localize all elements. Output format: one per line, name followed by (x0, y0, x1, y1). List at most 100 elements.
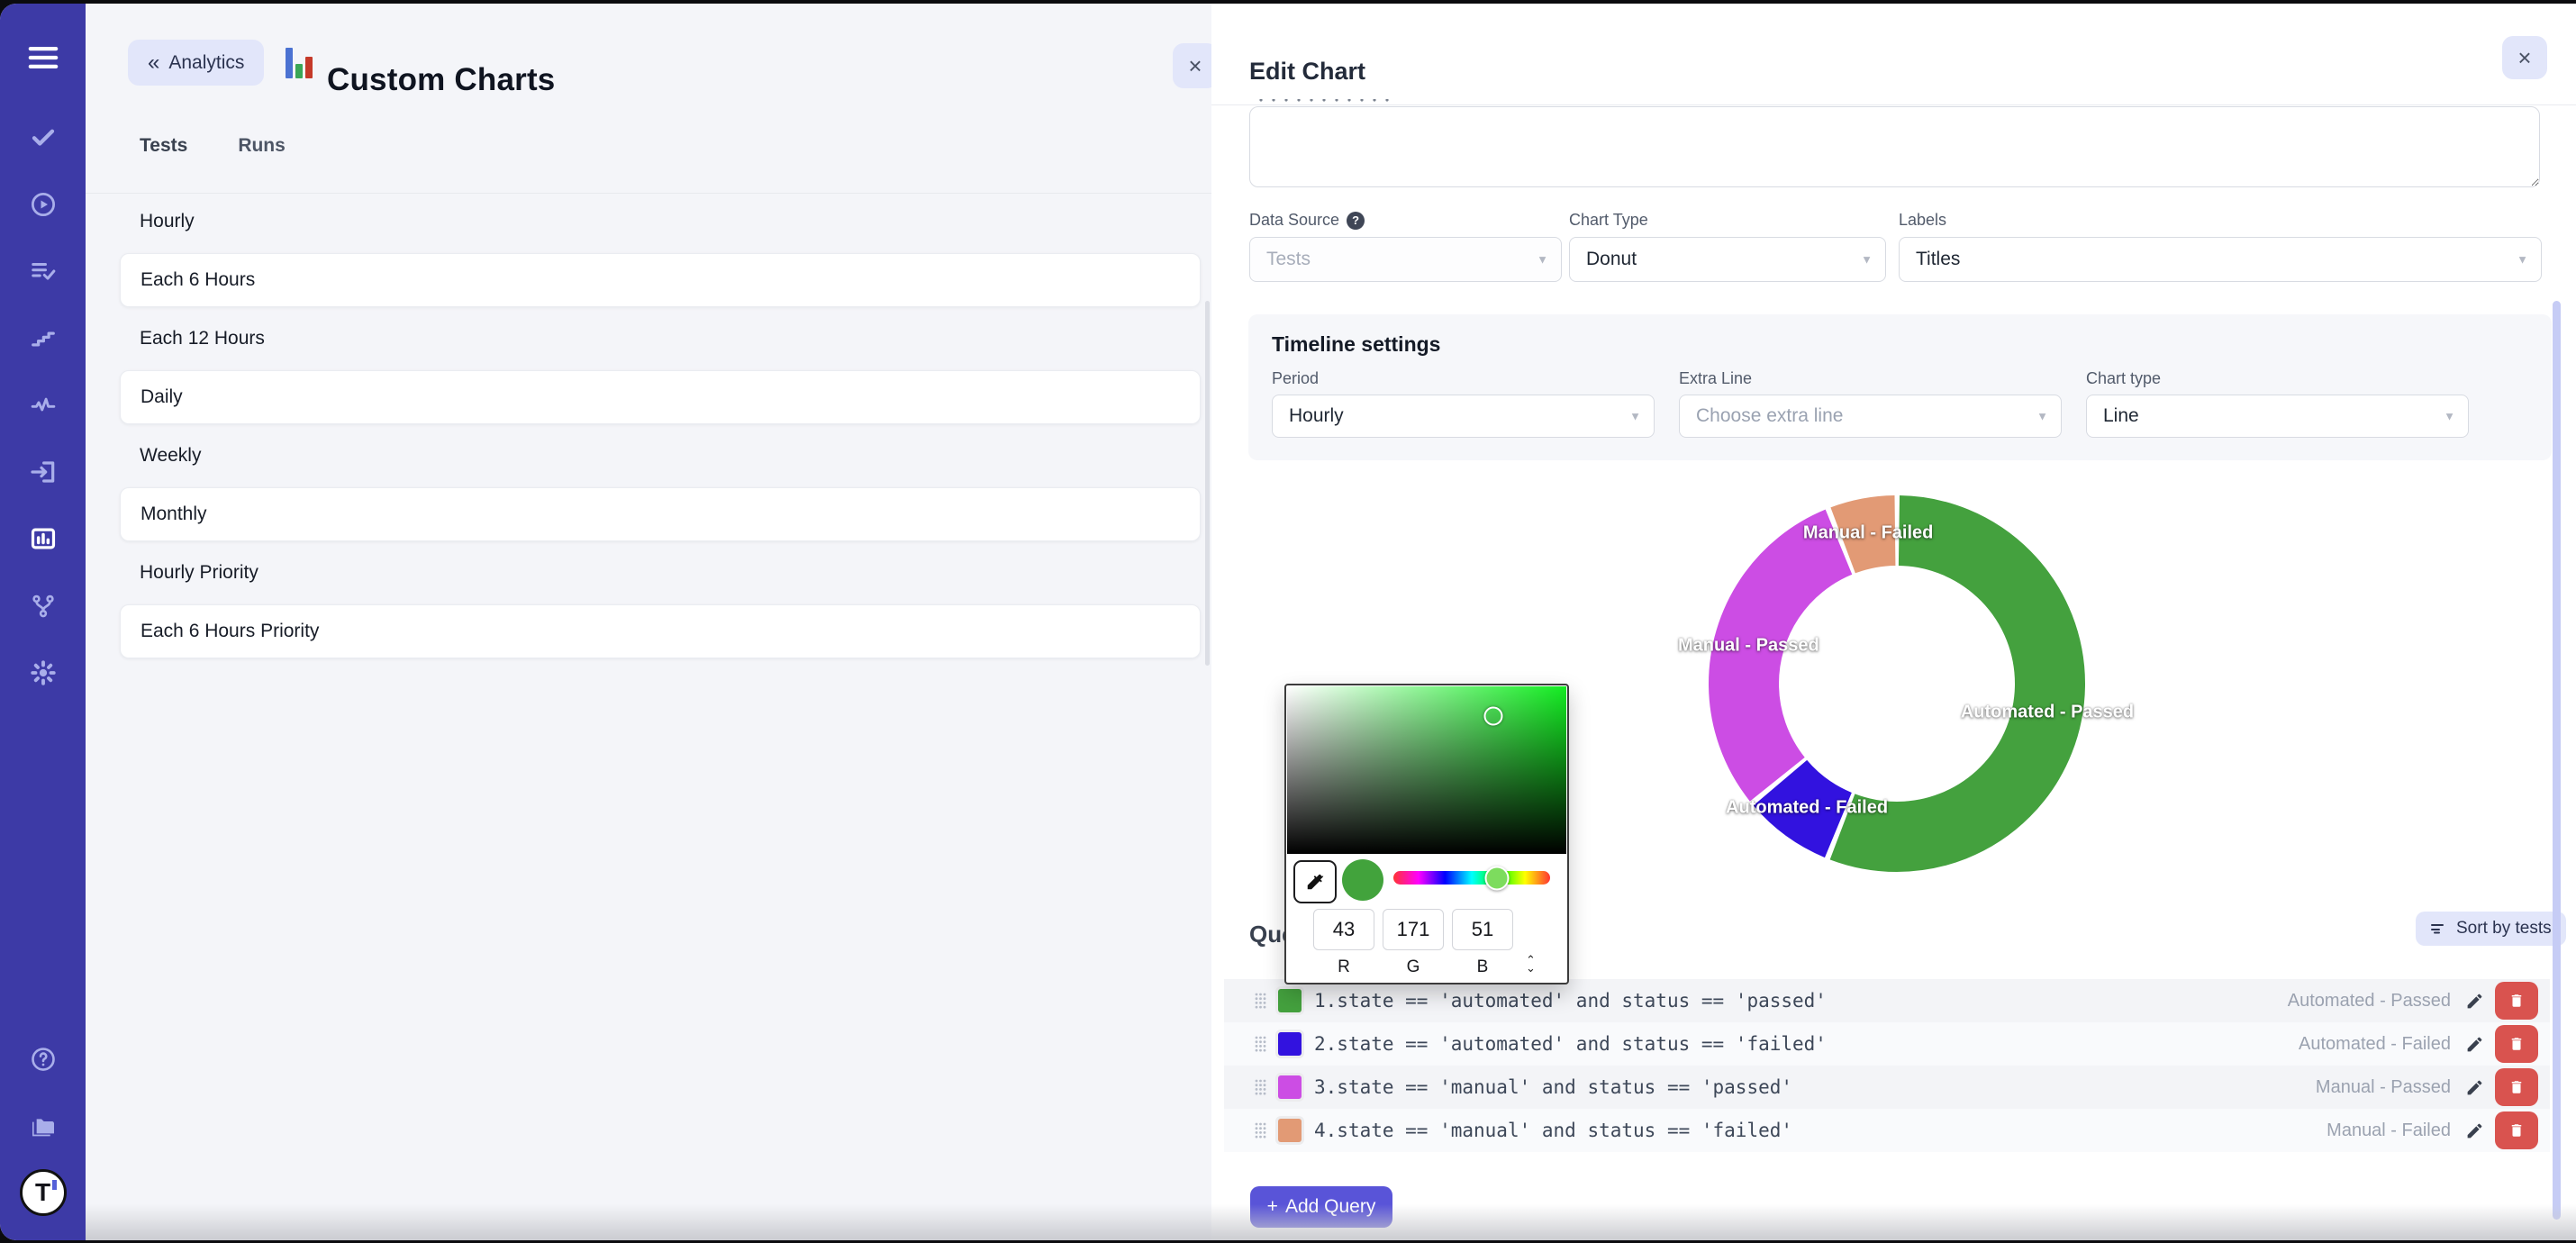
data-source-select[interactable]: Tests▼ (1249, 237, 1562, 282)
donut-slice-label: Automated - Passed (1961, 702, 2134, 722)
edit-panel-scrollbar[interactable] (2553, 301, 2561, 1220)
chevron-left-icon: « (148, 52, 159, 74)
query-expression: 4.state == 'manual' and status == 'faile… (1314, 1120, 1792, 1141)
edit-pencil-icon[interactable] (2465, 992, 2484, 1011)
chevron-down-icon: ▼ (2517, 253, 2528, 267)
close-edit-panel-button[interactable]: × (2502, 36, 2547, 79)
chart-list-item-label: Each 6 Hours Priority (141, 621, 319, 642)
tab-runs[interactable]: Runs (238, 135, 286, 157)
page-title: Custom Charts (327, 62, 555, 98)
donut-slice-label: Automated - Failed (1726, 797, 1888, 818)
query-title-label: Automated - Failed (2299, 1034, 2451, 1055)
play-circle-icon[interactable] (0, 180, 86, 229)
chart-list-item-label: Monthly (141, 504, 207, 525)
chart-type-field: Chart Type Donut▼ (1569, 211, 1886, 282)
labels-field: Labels Titles▼ (1899, 211, 2542, 282)
trash-icon (2508, 1121, 2525, 1139)
sort-by-tests-button[interactable]: Sort by tests (2416, 912, 2566, 946)
clipped-field-label (1255, 99, 1390, 104)
red-input[interactable] (1313, 909, 1374, 950)
delete-query-button[interactable] (2495, 982, 2538, 1020)
chart-list-item[interactable]: Hourly (120, 195, 1201, 248)
query-row: 3.state == 'manual' and status == 'passe… (1224, 1066, 2550, 1109)
eyedropper-icon (1305, 872, 1325, 892)
sign-in-icon[interactable] (0, 448, 86, 496)
chart-list-item-label: Hourly Priority (140, 562, 259, 584)
chevron-down-icon: ▼ (1629, 410, 1641, 423)
drag-handle-icon[interactable] (1254, 1035, 1267, 1053)
delete-query-button[interactable] (2495, 1068, 2538, 1106)
color-mode-stepper[interactable]: ⌃⌄ (1526, 956, 1536, 972)
hue-marker[interactable] (1484, 866, 1509, 890)
sidebar: T (0, 4, 86, 1240)
check-icon[interactable] (0, 113, 86, 161)
donut-labels: Automated - PassedAutomated - FailedManu… (1708, 494, 2086, 873)
help-icon[interactable]: ? (1347, 212, 1365, 230)
chart-type-select[interactable]: Donut▼ (1569, 237, 1886, 282)
query-row: 1.state == 'automated' and status == 'pa… (1224, 979, 2550, 1022)
edit-chart-panel: Edit Chart × Data Source ? Tests▼ Chart … (1211, 4, 2576, 1240)
chart-list-item-label: Hourly (140, 211, 195, 232)
extra-line-select[interactable]: Choose extra line▼ (1679, 395, 2062, 438)
charts-list-scrollbar[interactable] (1205, 301, 1210, 666)
chart-list-item[interactable]: Monthly (120, 487, 1201, 541)
list-check-icon[interactable] (0, 247, 86, 295)
chart-list-item[interactable]: Hourly Priority (120, 547, 1201, 599)
query-color-swatch[interactable] (1278, 1075, 1302, 1099)
period-field: Period Hourly▼ (1272, 369, 1655, 438)
sort-icon (2430, 921, 2448, 937)
drag-handle-icon[interactable] (1254, 1121, 1267, 1139)
query-title-label: Manual - Failed (2327, 1121, 2451, 1141)
green-input[interactable] (1383, 909, 1444, 950)
hue-slider[interactable] (1393, 871, 1550, 885)
chevron-down-icon: ▼ (2036, 410, 2048, 423)
saturation-marker[interactable] (1484, 707, 1503, 726)
timeline-chart-type-select[interactable]: Line▼ (2086, 395, 2469, 438)
chart-description-textarea[interactable] (1249, 106, 2540, 187)
logo[interactable]: T (0, 1168, 86, 1217)
chevron-down-icon: ▼ (1861, 253, 1873, 267)
extra-line-field: Extra Line Choose extra line▼ (1679, 369, 2062, 438)
query-color-swatch[interactable] (1278, 1119, 1302, 1142)
chart-list-item-label: Each 12 Hours (140, 328, 265, 349)
drag-handle-icon[interactable] (1254, 992, 1267, 1010)
chart-list-item[interactable]: Daily (120, 370, 1201, 424)
menu-icon[interactable] (0, 33, 86, 82)
add-query-button[interactable]: + Add Query (1250, 1186, 1392, 1228)
rgb-labels: R G B (1313, 957, 1513, 977)
charts-tabs: Tests Runs (140, 135, 286, 157)
back-to-analytics-button[interactable]: « Analytics (128, 40, 264, 86)
folder-icon[interactable] (0, 1102, 86, 1151)
saturation-area[interactable] (1287, 686, 1566, 854)
blue-input[interactable] (1452, 909, 1513, 950)
add-query-label: Add Query (1285, 1196, 1375, 1218)
query-color-swatch[interactable] (1278, 1032, 1302, 1056)
query-expression: 1.state == 'automated' and status == 'pa… (1314, 990, 1827, 1012)
help-icon[interactable] (0, 1035, 86, 1084)
chevron-down-icon: ▼ (2444, 410, 2455, 423)
chart-list-item[interactable]: Each 6 Hours (120, 253, 1201, 307)
steps-icon[interactable] (0, 314, 86, 363)
sort-button-label: Sort by tests (2456, 919, 2552, 939)
current-color-swatch[interactable] (1342, 859, 1383, 901)
delete-query-button[interactable] (2495, 1025, 2538, 1063)
tab-tests[interactable]: Tests (140, 135, 187, 157)
close-icon: × (1188, 52, 1202, 80)
eyedropper-button[interactable] (1293, 860, 1337, 903)
bar-chart-icon[interactable] (0, 514, 86, 563)
delete-query-button[interactable] (2495, 1111, 2538, 1149)
edit-pencil-icon[interactable] (2465, 1078, 2484, 1097)
edit-pencil-icon[interactable] (2465, 1121, 2484, 1140)
query-color-swatch[interactable] (1278, 989, 1302, 1012)
drag-handle-icon[interactable] (1254, 1078, 1267, 1096)
period-select[interactable]: Hourly▼ (1272, 395, 1655, 438)
chart-list-item[interactable]: Each 12 Hours (120, 313, 1201, 365)
query-list: 1.state == 'automated' and status == 'pa… (1224, 979, 2550, 1152)
labels-select[interactable]: Titles▼ (1899, 237, 2542, 282)
chart-list-item[interactable]: Each 6 Hours Priority (120, 604, 1201, 658)
branch-icon[interactable] (0, 582, 86, 631)
chart-list-item[interactable]: Weekly (120, 430, 1201, 482)
gear-icon[interactable] (0, 649, 86, 697)
activity-icon[interactable] (0, 381, 86, 430)
edit-pencil-icon[interactable] (2465, 1035, 2484, 1054)
